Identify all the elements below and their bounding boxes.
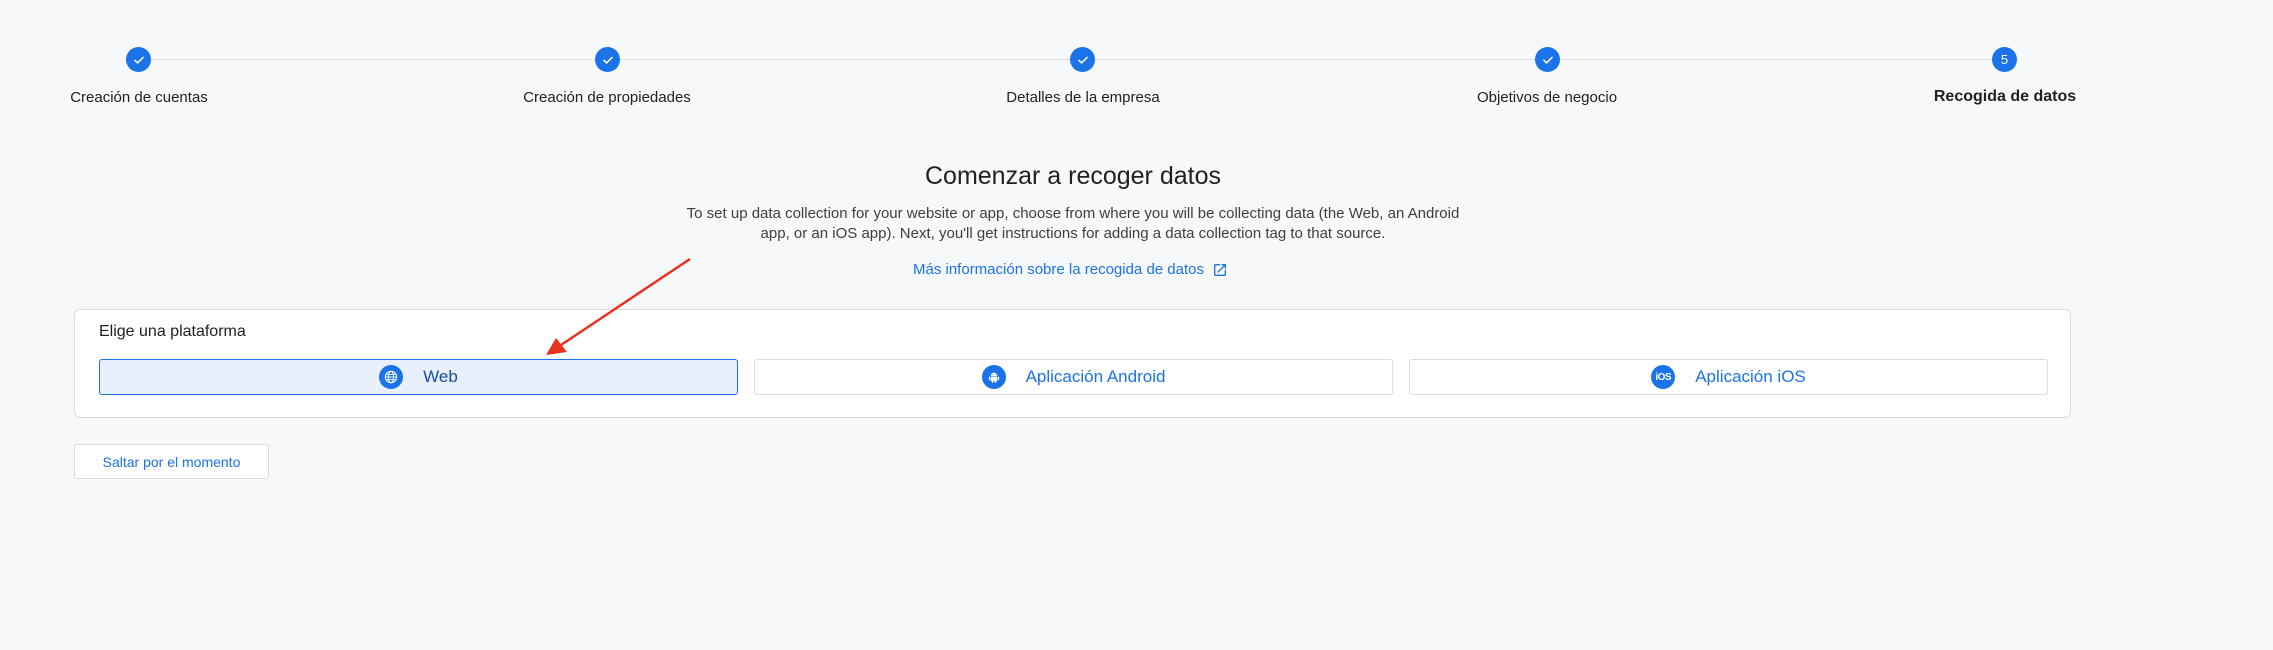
step-4-check-icon	[1535, 47, 1560, 72]
step-3-check-icon	[1070, 47, 1095, 72]
ios-icon-text: iOS	[1655, 371, 1672, 383]
android-icon	[981, 365, 1006, 389]
step-1-label: Creación de cuentas	[70, 89, 208, 106]
platform-card-title: Elige una plataforma	[99, 323, 246, 340]
web-platform-label: Web	[423, 367, 458, 386]
setup-page: 5 Creación de cuentas Creación de propie…	[0, 0, 2273, 650]
step-4-label: Objetivos de negocio	[1476, 89, 1618, 106]
intro-description: To set up data collection for your websi…	[686, 205, 1460, 242]
ios-platform-label: Aplicación iOS	[1695, 367, 1806, 386]
page-title: Comenzar a recoger datos	[925, 162, 1221, 190]
globe-icon	[379, 365, 404, 389]
step-2-check-icon	[595, 47, 620, 72]
step-5-number: 5	[2000, 52, 2009, 67]
step-2-label: Creación de propiedades	[523, 89, 691, 106]
step-5-label: Recogida de datos	[1933, 88, 2077, 105]
step-1-check-icon	[126, 47, 151, 72]
ios-icon: iOS	[1651, 365, 1676, 389]
web-platform-button[interactable]: Web	[99, 359, 738, 395]
platform-card: Elige una plataforma Web Aplicación Andr…	[74, 309, 2071, 418]
open-in-new-icon	[1214, 263, 1226, 276]
learn-more-link[interactable]: Más información sobre la recogida de dat…	[913, 261, 1228, 278]
learn-more-label: Más información sobre la recogida de dat…	[913, 261, 1204, 278]
progress-stepper: 5 Creación de cuentas Creación de propie…	[0, 0, 2273, 120]
step-5-number-badge: 5	[1992, 47, 2017, 72]
step-3-label: Detalles de la empresa	[1006, 89, 1160, 106]
android-platform-label: Aplicación Android	[1025, 367, 1166, 386]
skip-button[interactable]: Saltar por el momento	[74, 444, 269, 479]
ios-platform-button[interactable]: iOS Aplicación iOS	[1409, 359, 2048, 395]
android-platform-button[interactable]: Aplicación Android	[754, 359, 1393, 395]
